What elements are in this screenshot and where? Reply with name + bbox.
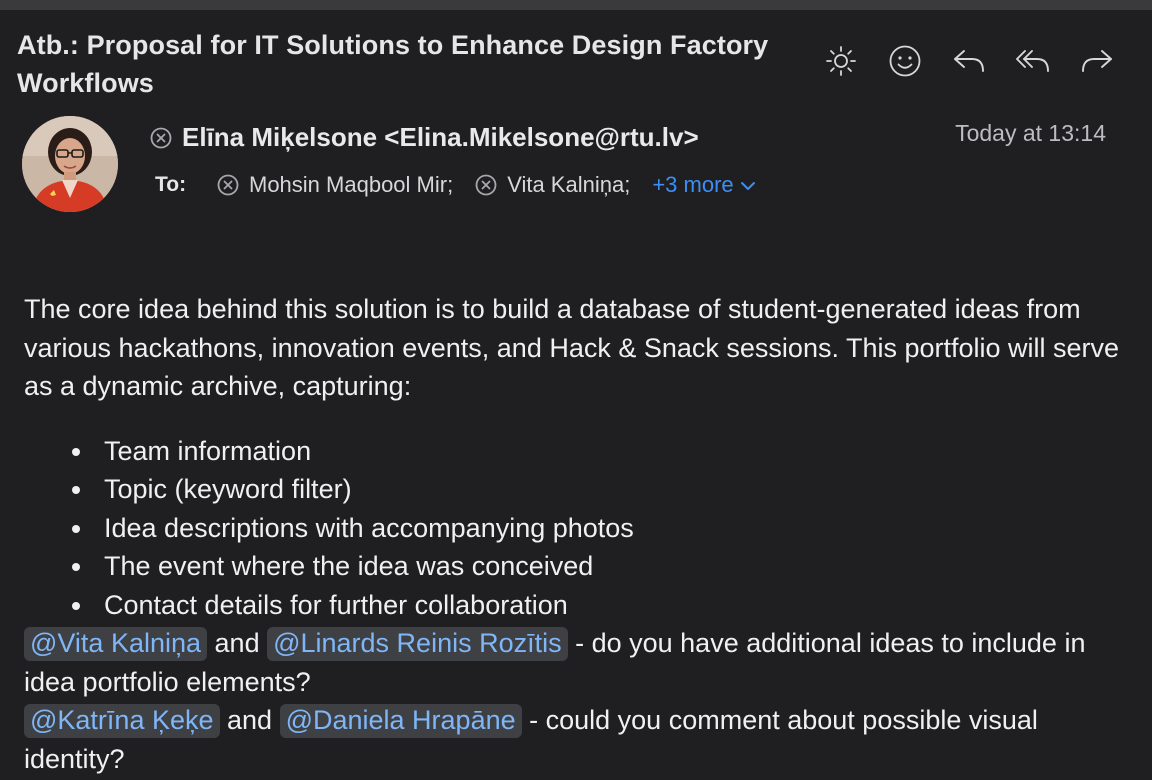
mention-link[interactable]: @Katrīna Ķeķe xyxy=(24,704,220,738)
mention-link[interactable]: @Linards Reinis Rozītis xyxy=(267,627,568,661)
mention-link[interactable]: @Vita Kalniņa xyxy=(24,627,208,661)
remove-sender-icon[interactable] xyxy=(150,127,172,149)
reply-icon[interactable] xyxy=(950,44,988,78)
recipients-line: To: Mohsin Maqbool Mir; Vita Kalniņa; +3… xyxy=(155,172,756,198)
mention-paragraph-1: @Vita Kalniņa and @Linards Reinis Rozīti… xyxy=(24,624,1134,701)
sender-avatar[interactable] xyxy=(22,116,118,212)
smiley-icon[interactable] xyxy=(886,44,924,78)
more-recipients-button[interactable]: +3 more xyxy=(652,172,755,198)
body-intro: The core idea behind this solution is to… xyxy=(24,294,1120,401)
recipient-name: Mohsin Maqbool Mir; xyxy=(249,172,454,197)
sender-line: Elīna Miķelsone <Elina.Mikelsone@rtu.lv> xyxy=(150,122,699,153)
recipient-chip[interactable]: Vita Kalniņa; xyxy=(475,172,630,198)
list-item: The event where the idea was conceived xyxy=(72,547,1134,586)
forward-icon[interactable] xyxy=(1078,44,1116,78)
list-item: Contact details for further collaboratio… xyxy=(72,586,1134,625)
list-item: Idea descriptions with accompanying phot… xyxy=(72,509,1134,548)
email-subject: Atb.: Proposal for IT Solutions to Enhan… xyxy=(17,30,769,98)
to-label: To: xyxy=(155,173,187,196)
list-item: Topic (keyword filter) xyxy=(72,470,1134,509)
mention-link[interactable]: @Daniela Hrapāne xyxy=(279,704,522,738)
body-text: and xyxy=(207,628,268,658)
email-body: The core idea behind this solution is to… xyxy=(24,290,1134,778)
email-header: Atb.: Proposal for IT Solutions to Enhan… xyxy=(0,10,1152,240)
window-top-strip xyxy=(0,0,1152,10)
remove-recipient-icon[interactable] xyxy=(217,174,239,196)
recipient-chip[interactable]: Mohsin Maqbool Mir; xyxy=(217,172,453,198)
recipient-name: Vita Kalniņa; xyxy=(507,172,631,197)
reply-all-icon[interactable] xyxy=(1014,44,1052,78)
body-text: and xyxy=(219,705,280,735)
list-item: Team information xyxy=(72,432,1134,471)
sender-name[interactable]: Elīna Miķelsone <Elina.Mikelsone@rtu.lv> xyxy=(182,122,699,153)
chevron-down-icon xyxy=(740,172,756,198)
more-recipients-label: +3 more xyxy=(652,172,734,197)
mention-paragraph-2: @Katrīna Ķeķe and @Daniela Hrapāne - cou… xyxy=(24,701,1134,778)
email-toolbar xyxy=(822,44,1116,78)
remove-recipient-icon[interactable] xyxy=(475,174,497,196)
sun-icon[interactable] xyxy=(822,44,860,78)
email-date: Today at 13:14 xyxy=(955,120,1106,146)
bullet-list: Team information Topic (keyword filter) … xyxy=(24,432,1134,625)
